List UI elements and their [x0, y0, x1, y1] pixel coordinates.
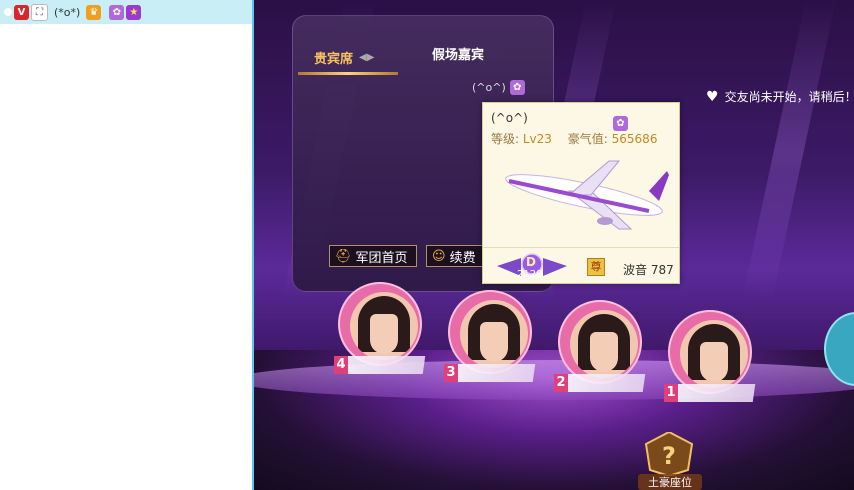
seat-frame [668, 310, 752, 394]
notice-text: 交友尚未开始，请稍后！ [724, 90, 854, 104]
popup-nickname: (^o^) [491, 111, 528, 125]
arrows-icon[interactable]: ◀▶ [359, 52, 374, 63]
vip-icon[interactable]: V [14, 4, 29, 20]
guest-entry[interactable]: (^o^) ✿ [472, 80, 525, 95]
seat-frame [448, 290, 532, 374]
status-notice: ♥ 交友尚未开始，请稍后！ [706, 88, 854, 105]
helmet-icon: ⛑ [335, 248, 352, 264]
svg-text:?: ? [662, 442, 676, 470]
seat-number: 4 [334, 356, 348, 374]
guild-badge-icon: ✿ [613, 111, 628, 131]
seat-3[interactable]: 3 [444, 290, 536, 400]
seat-4[interactable]: 4 [334, 282, 426, 392]
tab-vip-seats[interactable]: 贵宾席 ◀▶ [314, 38, 409, 76]
tab-label: 贵宾席 [314, 51, 354, 67]
level-value: Lv23 [522, 132, 552, 146]
question-shield-icon: ? [644, 430, 694, 478]
guest-nickname: (^o^) [472, 81, 506, 94]
army-home-label: 军团首页 [355, 250, 408, 266]
guild-badge-icon: ✿ [509, 80, 525, 95]
seat-plaque [664, 384, 756, 402]
seat-2[interactable]: 2 [554, 300, 646, 410]
seat-plaque [554, 374, 646, 392]
popup-stats: 等级: Lv23 豪气值: 565686 [491, 130, 657, 147]
army-home-button[interactable]: ⛑ 军团首页 [329, 245, 417, 267]
renew-label: 续费 [449, 250, 476, 266]
gold-seat[interactable]: ? 土豪座位 [638, 430, 702, 490]
shirt-icon[interactable]: ⛶ [31, 3, 48, 21]
seat-frame [558, 300, 642, 384]
seat-1[interactable]: 1 [664, 310, 756, 420]
user-nickname[interactable]: (*o*) [54, 6, 80, 19]
seat-number: 2 [554, 374, 568, 392]
star-badge-icon[interactable]: ★ [126, 4, 142, 20]
gold-seat-label: 土豪座位 [638, 474, 702, 490]
seat-plaque [334, 356, 426, 374]
tab-fake-guests[interactable]: 假场嘉宾 [432, 38, 512, 68]
tab-label: 假场嘉宾 [432, 47, 485, 63]
badge-number: 2129 [517, 269, 543, 280]
seat-number: 1 [664, 384, 678, 402]
wealth-value: 565686 [611, 132, 658, 146]
heart-icon: ♥ [706, 88, 719, 105]
airplane-icon [505, 160, 669, 230]
seat-plaque [444, 364, 536, 382]
circle-icon [4, 8, 12, 16]
crown-icon[interactable]: ♛ [86, 4, 102, 20]
face-icon: ☺ [432, 248, 446, 264]
seat-number: 3 [444, 364, 458, 382]
left-panel: V ⛶ (*o*) ♛ ✿ ★ [0, 0, 252, 490]
vip-char-icon: 尊 [587, 258, 605, 276]
wealth-label: 豪气值: [567, 132, 608, 146]
user-info-popup: (^o^) ✿ 等级: Lv23 豪气值: 565686 D 2129 尊 波音… [482, 102, 680, 284]
room-text: 波音 787 [623, 263, 674, 277]
badge-letter: D [526, 255, 536, 269]
level-badge: D 2129 [497, 252, 567, 280]
guild-badge-icon[interactable]: ✿ [109, 4, 125, 20]
user-info-bar: V ⛶ (*o*) ♛ ✿ ★ [0, 0, 252, 24]
level-label: 等级: [491, 132, 520, 146]
light-beam [742, 0, 836, 300]
renew-button[interactable]: ☺ 续费 [426, 245, 486, 267]
tab-active-indicator [298, 72, 398, 75]
seat-frame [338, 282, 422, 366]
